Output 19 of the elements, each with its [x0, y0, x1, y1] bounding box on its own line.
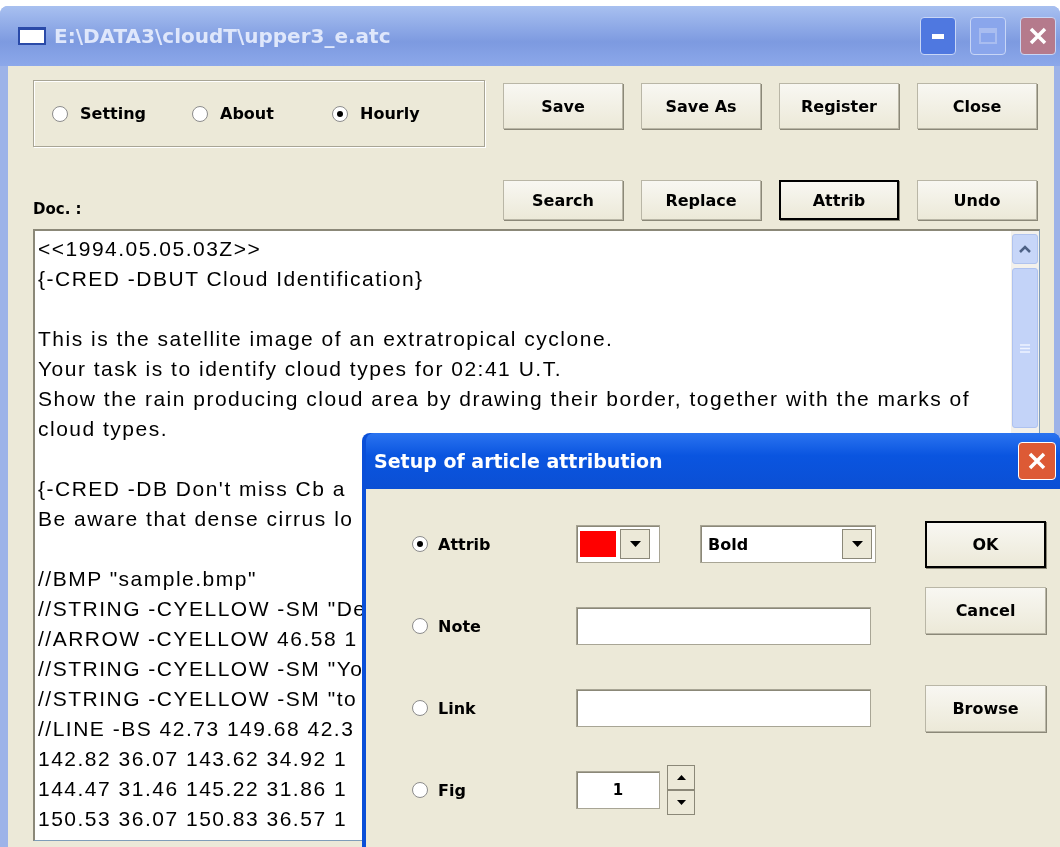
text-line: Be aware that dense cirrus lo: [38, 506, 354, 532]
text-line: {-CRED -DB Don't miss Cb a: [38, 476, 346, 502]
text-line: 150.53 36.07 150.83 36.57 1: [38, 806, 348, 832]
doc-label: Doc. :: [33, 200, 83, 218]
text-line: 142.82 36.07 143.62 34.92 1: [38, 746, 348, 772]
window-title: E:\DATA3\cloudT\upper3_e.atc: [54, 24, 392, 48]
text-line: //LINE -BS 42.73 149.68 42.3: [38, 716, 355, 742]
dialog-title: Setup of article attribution: [374, 450, 664, 472]
text-line: Show the rain producing cloud area by drawing their border, together with the marks of: [38, 386, 971, 412]
text-line: //ARROW -CYELLOW 46.58 1: [38, 626, 358, 652]
text-line: //BMP "sample.bmp": [38, 566, 257, 592]
text-line: cloud types.: [38, 416, 169, 442]
text-line: {-CRED -DBUT Cloud Identification}: [38, 266, 424, 292]
text-line: //STRING -CYELLOW -SM "to: [38, 686, 358, 712]
text-line: 144.47 31.46 145.22 31.86 1: [38, 776, 348, 802]
text-line: //STRING -CYELLOW -SM "Yo: [38, 656, 364, 682]
text-line: <<1994.05.05.03Z>>: [38, 236, 262, 262]
text-line: Your task is to identify cloud types for 02:41 U.T.: [38, 356, 562, 382]
text-line: This is the satellite image of an extratropical cyclone.: [38, 326, 614, 352]
